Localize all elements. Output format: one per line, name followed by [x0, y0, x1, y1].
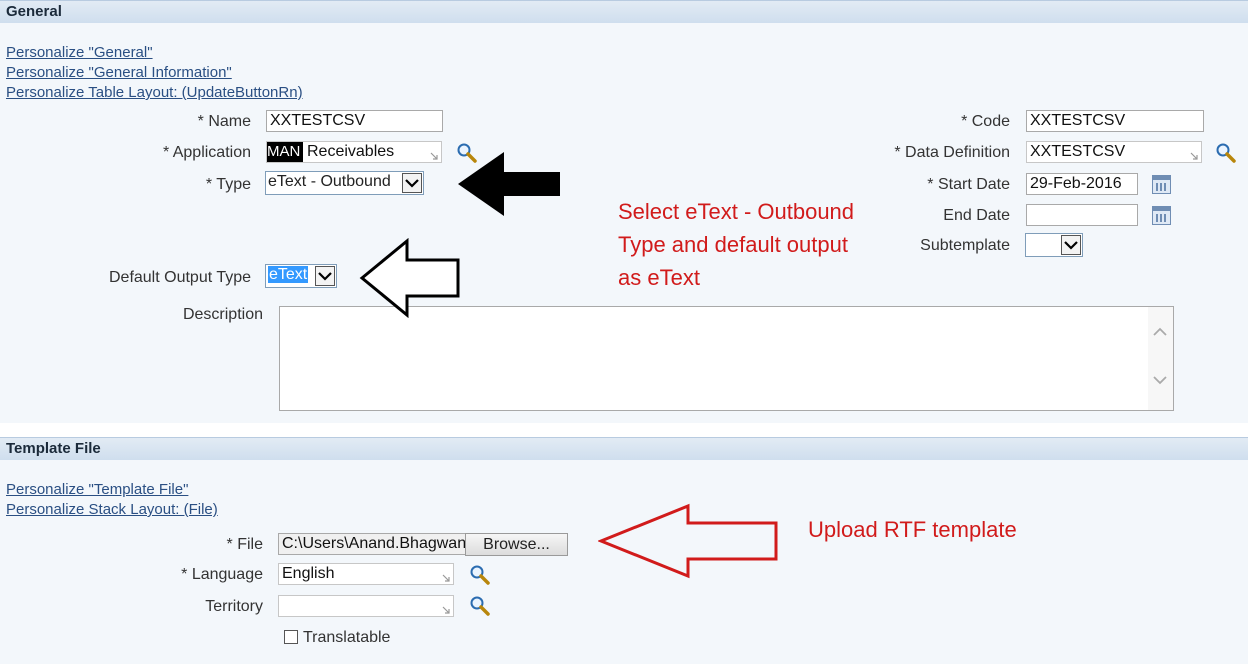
file-label: * File — [226, 536, 263, 553]
etext-annotation-line: Select eText - Outbound — [618, 199, 855, 224]
end-date-calendar-icon[interactable] — [1152, 206, 1171, 225]
template-file-section-header: Template File — [0, 437, 1248, 461]
default-output-type-dropdown-button[interactable] — [315, 266, 335, 286]
chevron-down-icon — [318, 272, 332, 281]
name-label: * Name — [197, 113, 251, 130]
application-input[interactable]: MAN Receivables — [266, 141, 442, 163]
language-value: English — [282, 565, 335, 582]
personalize-template-file-link[interactable]: Personalize "Template File" — [6, 481, 188, 498]
subtemplate-select[interactable] — [1025, 233, 1083, 257]
default-output-type-value: eText — [268, 266, 309, 283]
type-label: * Type — [205, 176, 251, 193]
etext-annotation-line: Type and default output — [618, 232, 848, 257]
upload-rtf-annotation: Upload RTF template — [808, 517, 1017, 542]
default-output-type-select[interactable]: eText — [265, 264, 337, 288]
data-definition-input[interactable]: XXTESTCSV — [1026, 141, 1202, 163]
type-select[interactable]: eText - Outbound — [265, 171, 424, 195]
code-label: * Code — [961, 113, 1010, 130]
browse-button[interactable]: Browse... — [465, 533, 568, 556]
code-input[interactable]: XXTESTCSV — [1026, 110, 1204, 132]
end-date-label: End Date — [943, 207, 1010, 224]
lov-indicator-icon — [1190, 152, 1198, 160]
territory-input[interactable] — [278, 595, 454, 617]
lov-indicator-icon — [430, 152, 438, 160]
default-output-type-label: Default Output Type — [108, 269, 251, 286]
territory-label: Territory — [205, 598, 263, 615]
type-select-value: eText - Outbound — [268, 173, 391, 190]
black-arrow-icon — [458, 152, 560, 216]
lov-indicator-icon — [442, 606, 450, 614]
personalize-general-link[interactable]: Personalize "General" — [6, 44, 153, 61]
territory-search-icon[interactable] — [469, 595, 491, 617]
language-label: * Language — [181, 566, 263, 583]
chevron-down-icon — [1064, 241, 1078, 250]
translatable-label: Translatable — [303, 629, 391, 646]
subtemplate-label: Subtemplate — [920, 237, 1010, 254]
scroll-up-icon[interactable] — [1153, 327, 1167, 337]
personalize-stack-layout-link[interactable]: Personalize Stack Layout: (File) — [6, 501, 218, 518]
chevron-down-icon — [405, 179, 419, 188]
start-date-calendar-icon[interactable] — [1152, 175, 1171, 194]
application-prefix: MAN — [267, 142, 304, 162]
general-section-header: General — [0, 0, 1248, 24]
scroll-down-icon[interactable] — [1153, 375, 1167, 385]
description-scrollbar[interactable] — [1148, 307, 1173, 410]
application-value: Receivables — [307, 143, 395, 160]
personalize-general-information-link[interactable]: Personalize "General Information" — [6, 64, 232, 81]
template-file-header-title: Template File — [6, 440, 101, 457]
description-label: Description — [182, 306, 263, 323]
application-label: * Application — [162, 144, 251, 161]
start-date-input[interactable]: 29-Feb-2016 — [1026, 173, 1138, 195]
data-definition-search-icon[interactable] — [1215, 142, 1237, 164]
etext-annotation-line: as eText — [618, 265, 700, 290]
data-definition-value: XXTESTCSV — [1030, 143, 1126, 160]
start-date-label: * Start Date — [927, 176, 1010, 193]
general-header-title: General — [6, 3, 62, 20]
outline-arrow-icon — [359, 238, 460, 318]
data-definition-label: * Data Definition — [894, 144, 1010, 161]
name-input[interactable]: XXTESTCSV — [266, 110, 443, 132]
file-path-input[interactable]: C:\Users\Anand.Bhagwan — [278, 533, 466, 555]
translatable-checkbox[interactable] — [284, 630, 298, 644]
lov-indicator-icon — [442, 574, 450, 582]
personalize-table-layout-link[interactable]: Personalize Table Layout: (UpdateButtonR… — [6, 84, 303, 101]
language-search-icon[interactable] — [469, 564, 491, 586]
red-arrow-icon — [598, 503, 778, 579]
description-textarea[interactable] — [279, 306, 1174, 411]
subtemplate-dropdown-button[interactable] — [1061, 235, 1081, 255]
type-dropdown-button[interactable] — [402, 173, 422, 193]
etext-annotation: Select eText - Outbound Type and default… — [618, 195, 854, 294]
end-date-input[interactable] — [1026, 204, 1138, 226]
language-input[interactable]: English — [278, 563, 454, 585]
